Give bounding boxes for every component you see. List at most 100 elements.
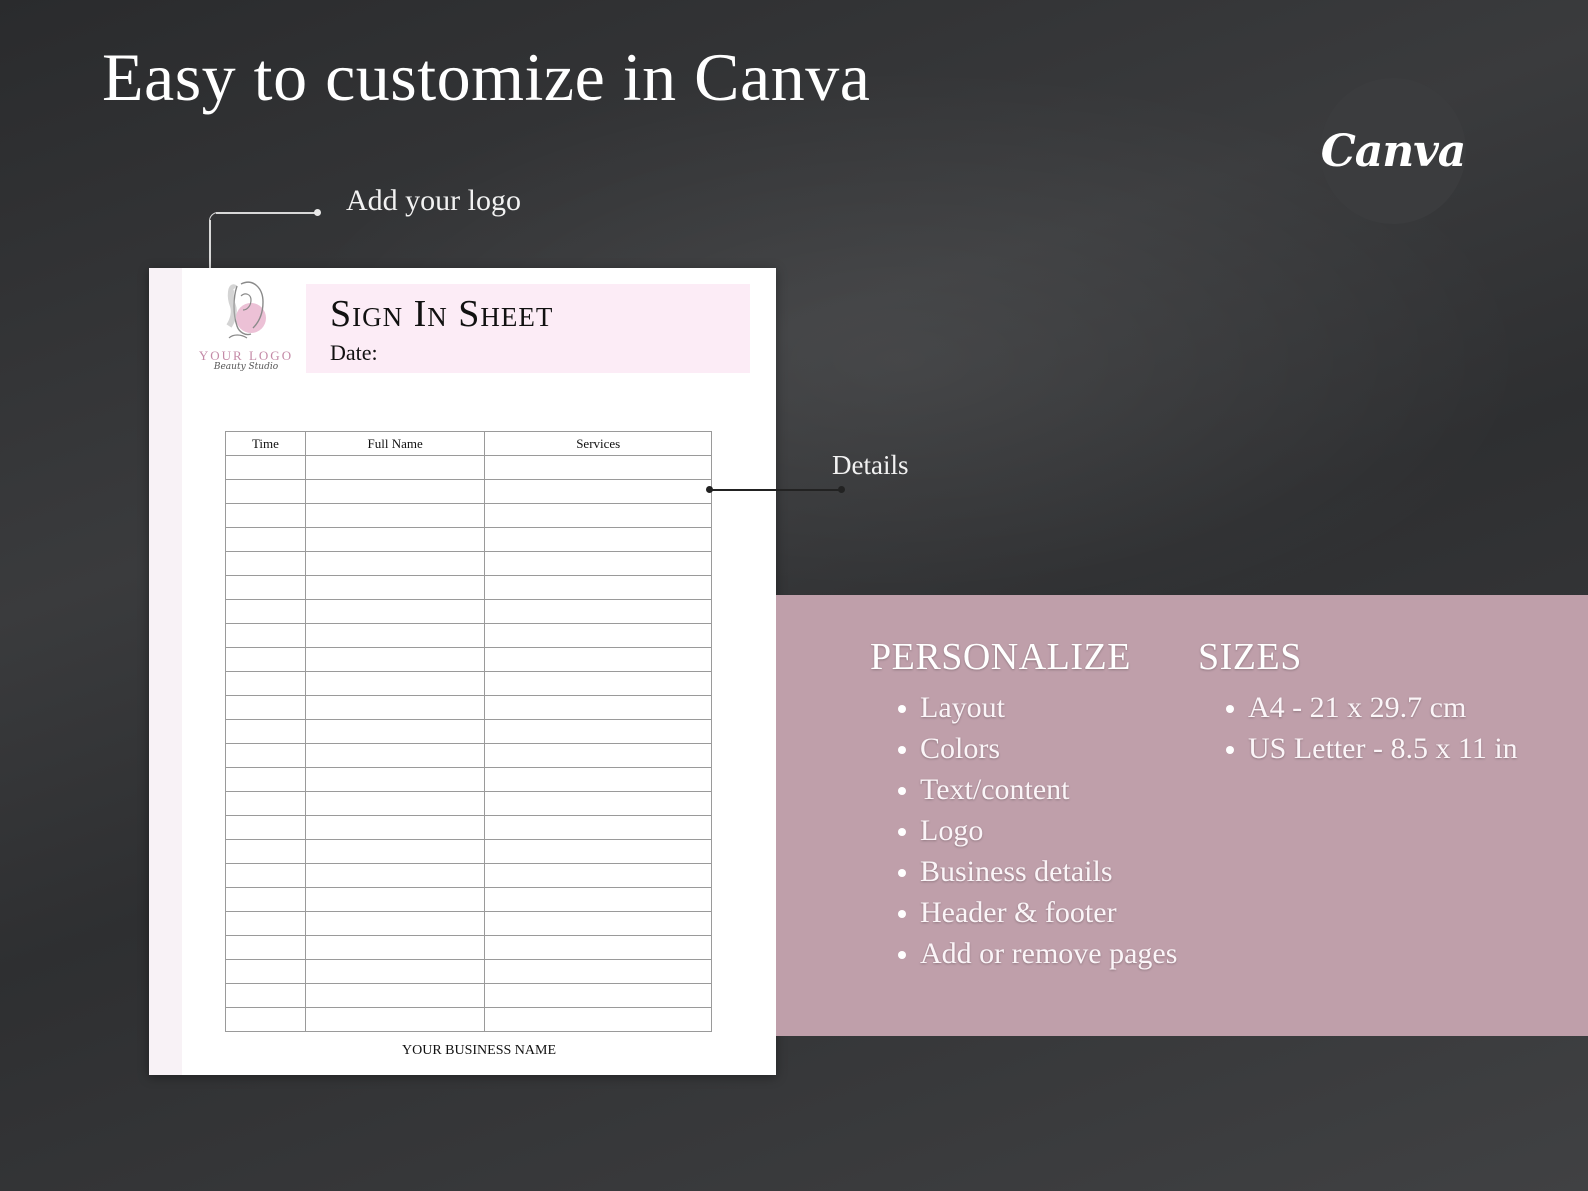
table-cell	[225, 455, 306, 480]
list-item: US Letter - 8.5 x 11 in	[1226, 728, 1518, 769]
table-cell	[225, 1007, 306, 1032]
table-cell	[484, 479, 712, 504]
table-cell	[304, 647, 486, 672]
table-cell	[304, 1007, 486, 1032]
table-cell	[484, 719, 712, 744]
table-cell	[225, 839, 306, 864]
table-cell	[304, 527, 486, 552]
table-cell	[484, 911, 712, 936]
table-row	[225, 575, 712, 600]
table-row	[225, 479, 712, 504]
list-item: Logo	[898, 810, 1177, 851]
table-cell	[484, 599, 712, 624]
table-cell	[304, 863, 486, 888]
table-row	[225, 623, 712, 648]
list-item: Colors	[898, 728, 1177, 769]
table-cell	[484, 863, 712, 888]
table-cell	[484, 575, 712, 600]
table-row	[225, 959, 712, 984]
sheet-title: Sign In Sheet	[330, 293, 554, 335]
table-cell	[225, 935, 306, 960]
column-header-time: Time	[225, 431, 306, 456]
table-cell	[304, 719, 486, 744]
table-cell	[225, 527, 306, 552]
table-cell	[225, 887, 306, 912]
table-cell	[484, 623, 712, 648]
list-item: Add or remove pages	[898, 933, 1177, 974]
table-row	[225, 551, 712, 576]
table-row	[225, 647, 712, 672]
table-cell	[304, 743, 486, 768]
table-cell	[304, 671, 486, 696]
table-cell	[225, 623, 306, 648]
callout-logo-line-corner	[209, 212, 218, 221]
table-cell	[484, 647, 712, 672]
table-row	[225, 911, 712, 936]
table-cell	[304, 455, 486, 480]
table-row	[225, 743, 712, 768]
table-cell	[225, 911, 306, 936]
table-cell	[484, 887, 712, 912]
table-cell	[304, 623, 486, 648]
table-row	[225, 455, 712, 480]
table-cell	[484, 527, 712, 552]
table-cell	[304, 935, 486, 960]
table-row	[225, 503, 712, 528]
callout-details: Details	[832, 450, 909, 480]
table-cell	[484, 503, 712, 528]
sheet-logo: YOUR LOGO Beauty Studio	[193, 276, 299, 376]
table-cell	[484, 743, 712, 768]
table-cell	[225, 983, 306, 1008]
list-item: Text/content	[898, 769, 1177, 810]
table-row	[225, 863, 712, 888]
canva-logo-text: Canva	[1320, 125, 1467, 177]
table-cell	[304, 551, 486, 576]
table-cell	[225, 575, 306, 600]
table-row	[225, 599, 712, 624]
table-cell	[225, 671, 306, 696]
table-cell	[304, 695, 486, 720]
table-cell	[484, 455, 712, 480]
list-item: Header & footer	[898, 892, 1177, 933]
sizes-list: A4 - 21 x 29.7 cm US Letter - 8.5 x 11 i…	[1226, 687, 1518, 769]
sizes-heading: SIZES	[1198, 636, 1302, 678]
table-row	[225, 935, 712, 960]
table-cell	[484, 791, 712, 816]
list-item: A4 - 21 x 29.7 cm	[1226, 687, 1518, 728]
table-cell	[304, 767, 486, 792]
table-cell	[304, 959, 486, 984]
table-cell	[225, 479, 306, 504]
sign-in-table: Time Full Name Services	[225, 431, 712, 1032]
sheet-title-box: Sign In Sheet Date:	[306, 284, 750, 373]
table-row	[225, 527, 712, 552]
table-cell	[484, 767, 712, 792]
list-item: Layout	[898, 687, 1177, 728]
canva-logo-badge: Canva	[1320, 78, 1466, 224]
table-row	[225, 839, 712, 864]
table-row	[225, 983, 712, 1008]
table-cell	[484, 935, 712, 960]
features-panel: PERSONALIZE Layout Colors Text/content L…	[776, 595, 1588, 1036]
personalize-heading: PERSONALIZE	[870, 636, 1131, 678]
sheet-footer-business-name: YOUR BUSINESS NAME	[401, 1043, 557, 1058]
table-cell	[225, 599, 306, 624]
callout-add-logo: Add your logo	[346, 184, 521, 217]
table-cell	[304, 479, 486, 504]
table-cell	[304, 887, 486, 912]
sign-in-table-body	[225, 455, 712, 1032]
table-header-row: Time Full Name Services	[225, 431, 712, 456]
table-cell	[225, 767, 306, 792]
sheet-side-strip	[149, 268, 182, 1075]
table-row	[225, 1007, 712, 1032]
table-cell	[225, 863, 306, 888]
page-heading: Easy to customize in Canva	[102, 39, 871, 115]
woman-portrait-icon	[226, 281, 266, 339]
callout-logo-dot	[314, 209, 321, 216]
table-cell	[225, 503, 306, 528]
table-cell	[484, 551, 712, 576]
callout-details-line	[710, 489, 840, 491]
table-row	[225, 719, 712, 744]
table-row	[225, 767, 712, 792]
callout-logo-line-h	[216, 212, 318, 214]
table-cell	[484, 695, 712, 720]
